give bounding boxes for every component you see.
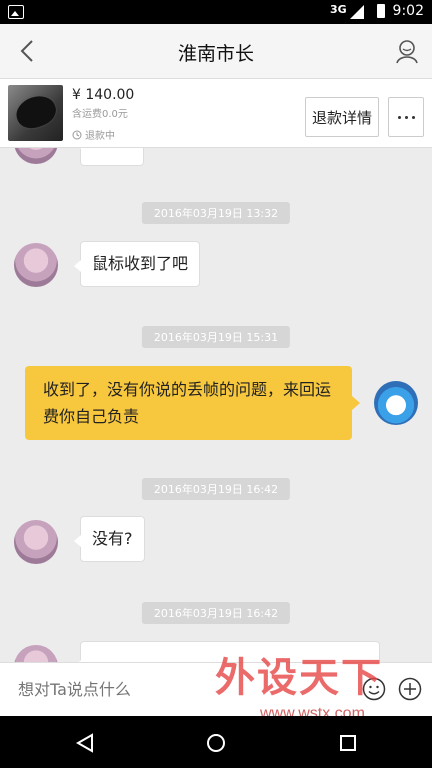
timestamp: 2016年03月19日 16:42 xyxy=(141,602,291,624)
plus-icon[interactable] xyxy=(398,677,422,701)
signal-icon xyxy=(350,5,364,19)
product-price: ¥ 140.00 xyxy=(72,87,135,103)
chat-header: 淮南市长 xyxy=(0,24,432,79)
refund-details-button[interactable]: 退款详情 xyxy=(305,97,379,137)
profile-icon[interactable] xyxy=(394,38,420,64)
timestamp: 2016年03月19日 13:32 xyxy=(141,202,291,224)
recents-square-icon[interactable] xyxy=(337,732,359,754)
watermark-logo: 外设天下 xyxy=(215,654,383,701)
message-bubble[interactable]: 没有? xyxy=(74,516,145,562)
my-avatar[interactable] xyxy=(374,381,418,425)
shipping-fee: 含运费0.0元 xyxy=(72,109,128,120)
product-thumbnail[interactable] xyxy=(8,85,63,141)
refund-status: 退款中 xyxy=(72,127,115,142)
avatar[interactable] xyxy=(14,645,58,662)
avatar[interactable] xyxy=(14,243,58,287)
message-bubble[interactable]: 收到了，没有你说的丢帧的问题，来回运费你自己负责 xyxy=(25,366,360,441)
order-summary: ¥ 140.00 含运费0.0元 退款中 退款详情 xyxy=(0,79,432,148)
timestamp: 2016年03月19日 16:42 xyxy=(141,478,291,500)
clock: 9:02 xyxy=(392,3,424,19)
refund-status-label: 退款中 xyxy=(85,131,115,142)
message-bubble[interactable]: 鼠标收到了吧 xyxy=(73,241,201,287)
message-list[interactable]: 2016年03月19日 13:32 鼠标收到了吧 2016年03月19日 15:… xyxy=(0,148,432,662)
message-bubble-partial[interactable] xyxy=(74,148,144,166)
image-notification-icon xyxy=(8,5,24,19)
network-type: 3G xyxy=(330,3,347,16)
more-dot-icon xyxy=(404,115,408,119)
system-nav-bar xyxy=(0,716,432,768)
more-options-button[interactable] xyxy=(388,97,424,137)
page-title: 淮南市长 xyxy=(177,43,254,65)
avatar[interactable] xyxy=(14,520,58,564)
avatar[interactable] xyxy=(14,148,58,164)
clock-icon xyxy=(72,130,82,139)
back-triangle-icon[interactable] xyxy=(74,732,96,754)
more-dot-icon xyxy=(397,115,401,119)
timestamp: 2016年03月19日 15:31 xyxy=(141,326,291,348)
battery-icon xyxy=(377,4,385,18)
more-dot-icon xyxy=(411,115,415,119)
home-circle-icon[interactable] xyxy=(205,732,227,754)
status-bar: 3G 9:02 xyxy=(0,0,432,24)
